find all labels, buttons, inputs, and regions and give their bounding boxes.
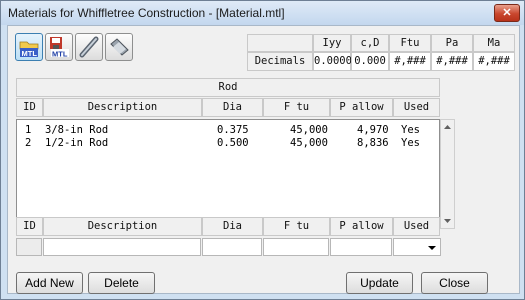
- used-dropdown[interactable]: [393, 238, 441, 256]
- row-id: 1: [25, 124, 32, 136]
- decimals-header-ftu: Ftu: [389, 34, 431, 52]
- beam-button[interactable]: [105, 33, 133, 61]
- rod-col-id[interactable]: ID: [16, 98, 43, 117]
- ftu-field[interactable]: [263, 238, 329, 256]
- rod-button[interactable]: [75, 33, 103, 61]
- scroll-arrows-icon: [444, 125, 451, 223]
- close-button[interactable]: Close: [421, 272, 488, 294]
- row-id: 2: [25, 137, 32, 149]
- decimals-ma-value[interactable]: #,###: [473, 52, 515, 71]
- delete-button[interactable]: Delete: [88, 272, 155, 294]
- list-item[interactable]: 1 3/8-in Rod 0.375 45,000 4,970 Yes: [17, 124, 437, 137]
- rod-col-used[interactable]: Used: [393, 98, 440, 117]
- row-used: Yes: [401, 124, 420, 136]
- chevron-down-icon: [428, 246, 436, 250]
- rod-col-ftu[interactable]: F tu: [263, 98, 330, 117]
- decimals-header-ma: Ma: [473, 34, 515, 52]
- save-mtl-button[interactable]: MTL: [45, 33, 73, 61]
- entry-col-pallow: P allow: [330, 217, 393, 236]
- pallow-field[interactable]: [330, 238, 392, 256]
- decimals-row-label: Decimals: [247, 52, 313, 71]
- save-mtl-icon: MTL: [50, 37, 69, 59]
- row-pallow: 8,836: [357, 137, 389, 149]
- row-ftu: 45,000: [290, 137, 328, 149]
- decimals-header-cd: c,D: [351, 34, 389, 52]
- id-field[interactable]: [16, 238, 42, 256]
- rod-icon: [79, 36, 99, 58]
- dia-field[interactable]: [202, 238, 262, 256]
- row-dia: 0.500: [217, 137, 249, 149]
- row-description: 3/8-in Rod: [45, 124, 109, 136]
- rod-list-scrollbar[interactable]: [440, 119, 455, 229]
- title-bar[interactable]: Materials for Whiffletree Construction -…: [1, 1, 524, 25]
- window-title: Materials for Whiffletree Construction -…: [8, 6, 285, 20]
- beam-icon: [110, 38, 129, 56]
- decimals-cd-value[interactable]: 0.000: [351, 52, 389, 71]
- svg-text:MTL: MTL: [52, 50, 68, 59]
- rod-col-dia[interactable]: Dia: [202, 98, 263, 117]
- entry-col-description: Description: [43, 217, 202, 236]
- decimals-iyy-value[interactable]: 0.0000: [313, 52, 352, 71]
- row-pallow: 4,970: [357, 124, 389, 136]
- decimals-header-pa: Pa: [431, 34, 473, 52]
- decimals-header-iyy: Iyy: [313, 34, 351, 52]
- decimals-corner-cell: [247, 34, 313, 52]
- window-close-button[interactable]: ✕: [494, 4, 520, 22]
- open-mtl-icon: MTL: [19, 41, 39, 58]
- description-field[interactable]: [43, 238, 201, 256]
- row-dia: 0.375: [217, 124, 249, 136]
- decimals-pa-value[interactable]: #,###: [431, 52, 473, 71]
- entry-col-used: Used: [393, 217, 440, 236]
- list-item[interactable]: 2 1/2-in Rod 0.500 45,000 8,836 Yes: [17, 137, 437, 150]
- rod-col-pallow[interactable]: P allow: [330, 98, 393, 117]
- entry-col-dia: Dia: [202, 217, 263, 236]
- rod-col-description[interactable]: Description: [43, 98, 202, 117]
- open-mtl-button[interactable]: MTL: [15, 33, 43, 61]
- entry-col-id: ID: [16, 217, 43, 236]
- client-area: MTL MTL Iyy c,D Ftu Pa Ma Decimals 0.000…: [7, 25, 520, 294]
- decimals-ftu-value[interactable]: #,###: [389, 52, 431, 71]
- update-button[interactable]: Update: [346, 272, 413, 294]
- svg-text:MTL: MTL: [22, 49, 38, 58]
- add-new-button[interactable]: Add New: [16, 272, 83, 294]
- rod-table-title: Rod: [16, 78, 440, 97]
- rod-list[interactable]: 1 3/8-in Rod 0.375 45,000 4,970 Yes 2 1/…: [16, 119, 440, 229]
- main-window: Materials for Whiffletree Construction -…: [0, 0, 525, 300]
- row-used: Yes: [401, 137, 420, 149]
- row-description: 1/2-in Rod: [45, 137, 109, 149]
- entry-col-ftu: F tu: [263, 217, 330, 236]
- row-ftu: 45,000: [290, 124, 328, 136]
